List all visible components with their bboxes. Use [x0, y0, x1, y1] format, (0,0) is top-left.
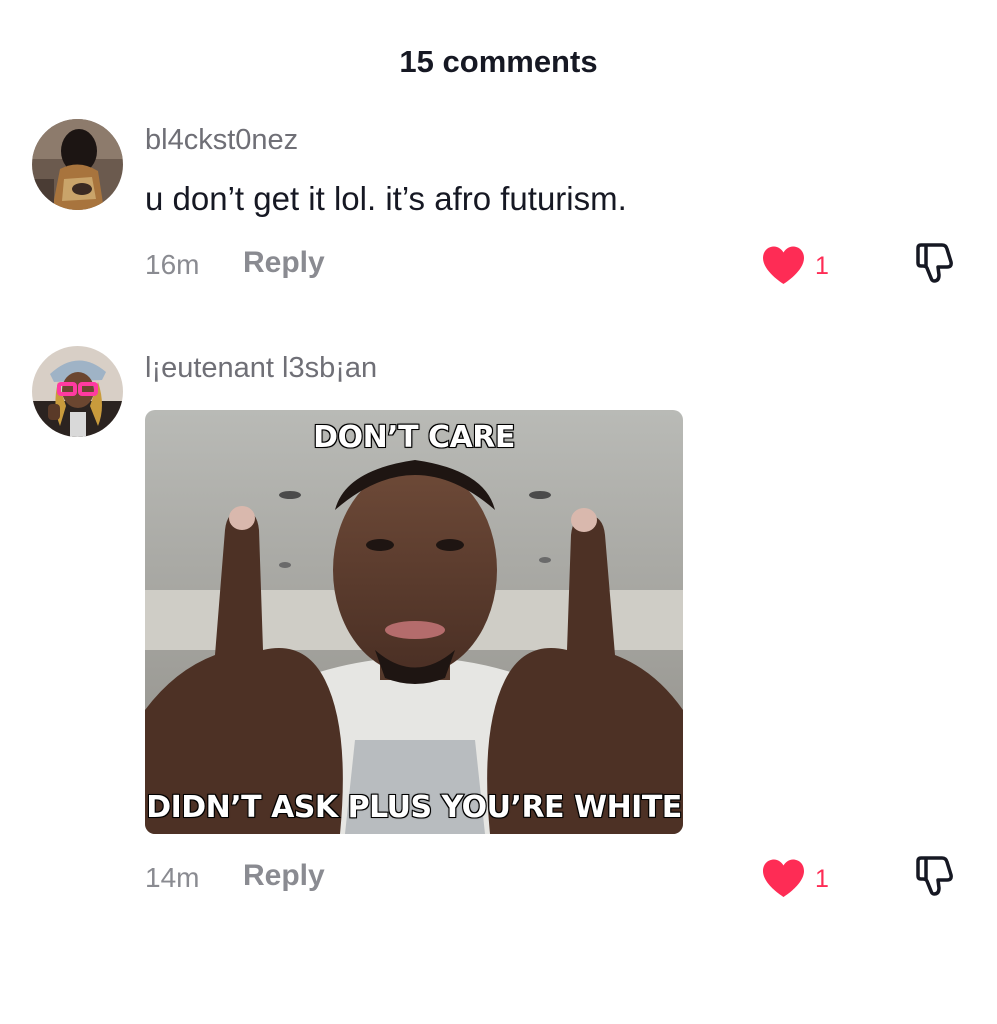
- meme-bottom-caption: DIDN’T ASK PLUS YOU’RE WHITE: [145, 789, 683, 826]
- comment-timestamp: 16m: [145, 249, 200, 280]
- heart-icon: [763, 859, 804, 897]
- thumbs-down-icon: [916, 856, 953, 896]
- comment-username[interactable]: bl4ckst0nez: [145, 124, 298, 157]
- avatar[interactable]: [32, 119, 123, 210]
- comment-text: u don’t get it lol. it’s afro futurism.: [145, 180, 627, 217]
- dislike-button[interactable]: [912, 240, 958, 286]
- meme-top-caption: DON’T CARE: [312, 419, 516, 456]
- like-count: 1: [815, 252, 829, 280]
- reply-button[interactable]: Reply: [243, 859, 325, 893]
- like-count: 1: [815, 865, 829, 893]
- comments-count-title: 15 comments: [399, 44, 598, 79]
- heart-icon: [763, 246, 804, 284]
- avatar[interactable]: [32, 346, 123, 437]
- comment-username[interactable]: l¡eutenant l3sb¡an: [145, 352, 377, 385]
- like-button[interactable]: [761, 245, 806, 285]
- dislike-button[interactable]: [912, 853, 958, 899]
- comment-image[interactable]: DON’T CARE DIDN’T ASK PLUS YOU’RE WHITE: [145, 410, 683, 834]
- like-button[interactable]: [761, 858, 806, 898]
- reply-button[interactable]: Reply: [243, 246, 325, 280]
- thumbs-down-icon: [916, 243, 953, 283]
- comment-timestamp: 14m: [145, 862, 200, 893]
